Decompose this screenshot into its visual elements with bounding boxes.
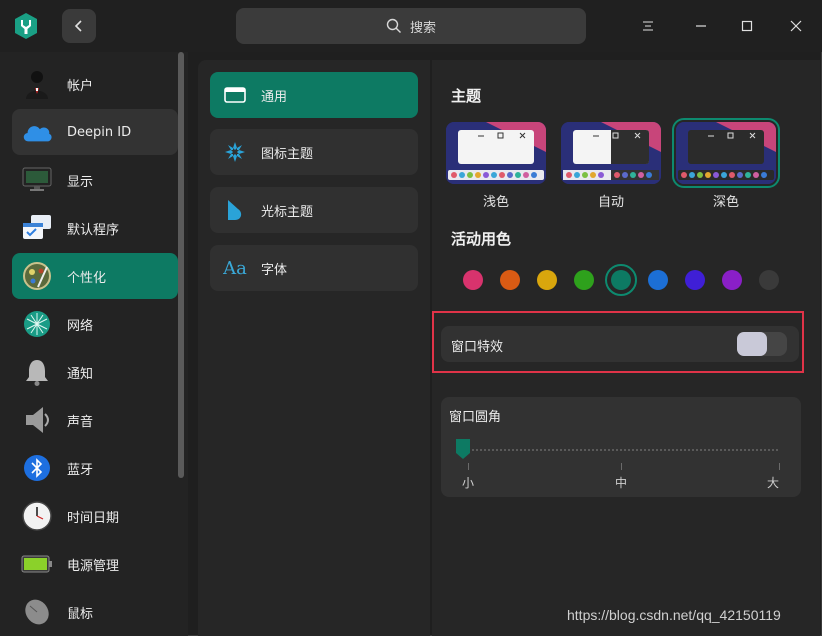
theme-label-auto: 自动 [597,195,624,210]
window-icon [223,83,247,107]
sidebar-item-deepin-id[interactable]: Deepin ID [12,109,178,155]
sidebar-item-notification[interactable]: 通知 [12,349,178,395]
subnav-item-label: 字体 [261,262,288,278]
theme-label-dark: 深色 [712,195,739,210]
sidebar-item-power[interactable]: 电源管理 [12,541,178,587]
sidebar-item-datetime[interactable]: 时间日期 [12,493,178,539]
display-icon [21,164,53,196]
slider-tick-label-medium: 中 [615,476,628,490]
theme-heading: 主题 [451,87,482,105]
slider-tick-label-large: 大 [767,476,780,490]
sidebar-item-label: 帐户 [67,78,94,94]
subnav-item-icon-theme[interactable]: 图标主题 [210,129,418,175]
subnav-item-cursor-theme[interactable]: 光标主题 [210,187,418,233]
cloud-icon [21,116,53,148]
search-input[interactable]: 搜索 [236,8,586,44]
back-icon [74,20,82,32]
title-bar: 搜索 [0,0,822,52]
sidebar-item-account[interactable]: 帐户 [12,61,178,107]
sidebar-item-network[interactable]: 网络 [12,301,178,347]
cursor-icon [223,198,247,222]
sidebar-item-display[interactable]: 显示 [12,157,178,203]
speaker-icon [21,404,53,436]
corner-radius-slider-handle[interactable] [453,437,473,461]
minimize-icon [696,25,706,27]
search-icon [386,18,401,33]
personalization-icon [21,260,53,292]
accent-color-swatch[interactable] [648,270,668,290]
bell-icon [21,356,53,388]
sidebar-item-label: 时间日期 [67,510,120,526]
accent-color-swatch[interactable] [463,270,483,290]
maximize-icon [741,20,753,32]
subnav-item-font[interactable]: Aa 字体 [210,245,418,291]
sidebar-item-sound[interactable]: 声音 [12,397,178,443]
subnav-item-general[interactable]: 通用 [210,72,418,118]
clock-icon [21,500,53,532]
slider-tick [621,463,622,470]
sidebar-item-personalization[interactable]: 个性化 [12,253,178,299]
accent-color-heading: 活动用色 [451,230,512,248]
sidebar-item-label: Deepin ID [67,124,132,140]
app-icon [12,12,40,40]
accent-color-swatch[interactable] [537,270,557,290]
slider-tick [468,463,469,470]
default-apps-icon [21,212,53,244]
close-button[interactable] [784,14,808,38]
watermark-text: https://blog.csdn.net/qq_42150119 [567,607,781,623]
slider-tick-label-small: 小 [462,476,475,490]
accent-color-swatch[interactable] [685,270,705,290]
accent-color-swatch[interactable] [500,270,520,290]
corner-radius-label: 窗口圆角 [449,410,502,425]
slider-tick [779,463,780,470]
sidebar-item-label: 默认程序 [67,222,120,238]
sidebar-scrollbar[interactable] [178,52,184,478]
bluetooth-icon [21,452,53,484]
sidebar-item-label: 通知 [67,366,94,382]
accent-color-swatch[interactable] [611,270,631,290]
menu-button[interactable] [636,14,660,38]
maximize-button[interactable] [735,14,759,38]
subnav-item-label: 光标主题 [261,204,314,220]
sidebar-item-label: 显示 [67,174,94,190]
theme-option-auto[interactable] [561,122,661,184]
sidebar-item-label: 鼠标 [67,606,94,622]
theme-option-dark[interactable] [672,118,780,188]
sidebar-item-label: 个性化 [67,270,107,286]
mouse-icon [21,596,53,628]
accent-color-swatch[interactable] [574,270,594,290]
sidebar-item-mouse[interactable]: 鼠标 [12,589,178,635]
battery-icon [21,548,53,580]
close-icon [790,20,802,32]
back-button[interactable] [62,9,96,43]
sidebar-item-label: 蓝牙 [67,462,94,478]
icon-theme-icon [223,140,247,164]
sidebar-item-bluetooth[interactable]: 蓝牙 [12,445,178,491]
sidebar-item-label: 网络 [67,318,94,334]
menu-icon [643,21,653,31]
minimize-button[interactable] [689,14,713,38]
font-icon: Aa [223,257,247,279]
account-icon [21,68,53,100]
annotation-highlight-box [432,311,804,373]
accent-color-swatch[interactable] [759,270,779,290]
accent-color-swatch[interactable] [722,270,742,290]
sidebar-item-label: 声音 [67,414,94,430]
theme-label-light: 浅色 [482,195,509,210]
theme-option-light[interactable] [446,122,546,184]
subnav-item-label: 通用 [261,89,288,105]
subnav-item-label: 图标主题 [261,146,314,162]
network-icon [21,308,53,340]
sidebar-item-label: 电源管理 [67,558,120,574]
corner-radius-slider-track[interactable] [460,449,780,451]
search-placeholder: 搜索 [409,20,436,36]
sidebar-item-default-apps[interactable]: 默认程序 [12,205,178,251]
